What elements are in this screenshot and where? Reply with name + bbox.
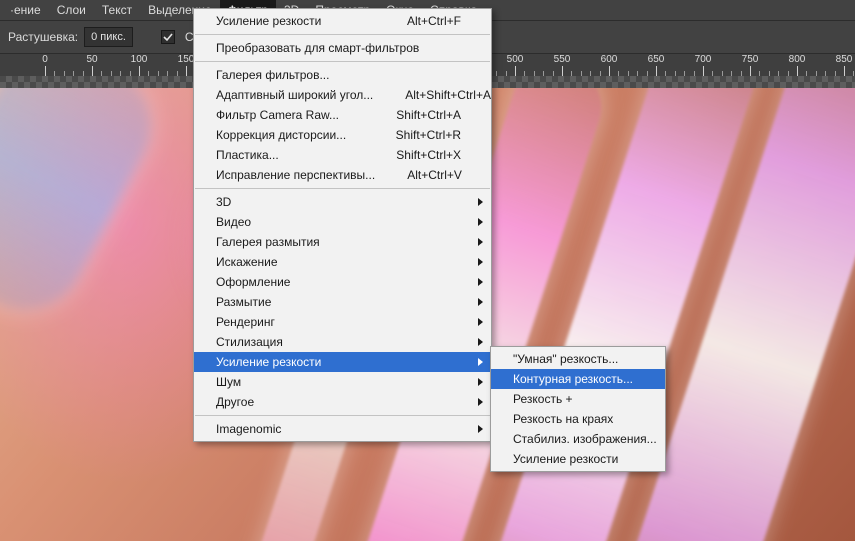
menu-item-label: Шум [216,375,461,389]
sharpen-menu-item[interactable]: Стабилиз. изображения... [491,429,665,449]
menu-item-shortcut: Shift+Ctrl+R [396,128,461,142]
chevron-right-icon [478,338,483,346]
menu-item-label: Другое [216,395,461,409]
menu-item-shortcut: Alt+Ctrl+F [407,14,461,28]
menu-item-label: Коррекция дисторсии... [216,128,364,142]
filter-menu-item[interactable]: Адаптивный широкий угол... Alt+Shift+Ctrl… [194,85,491,105]
menubar-item[interactable]: Текст [94,0,140,20]
filter-menu-item[interactable]: Рендеринг [194,312,491,332]
menu-separator [195,188,490,189]
chevron-right-icon [478,278,483,286]
menu-item-label: "Умная" резкость... [513,352,635,366]
ruler-label: 100 [131,54,148,65]
menu-item-label: Видео [216,215,461,229]
ruler-label: 0 [42,54,48,65]
menu-item-label: Искажение [216,255,461,269]
ruler-label: 750 [742,54,759,65]
ruler-label: 150 [178,54,195,65]
chevron-right-icon [478,425,483,433]
menu-item-label: Резкость + [513,392,635,406]
filter-menu-item[interactable]: Коррекция дисторсии... Shift+Ctrl+R [194,125,491,145]
filter-menu-item[interactable]: Преобразовать для смарт-фильтров [194,38,491,58]
ruler-label: 50 [86,54,97,65]
chevron-right-icon [478,238,483,246]
filter-menu-item[interactable]: Галерея фильтров... [194,65,491,85]
ruler-label: 550 [554,54,571,65]
menu-item-label: Исправление перспективы... [216,168,375,182]
menu-item-label: Пластика... [216,148,364,162]
menu-item-label: Imagenomic [216,422,461,436]
filter-menu: Усиление резкости Alt+Ctrl+F Преобразовать… [193,8,492,442]
menu-item-shortcut: Shift+Ctrl+X [396,148,461,162]
filter-menu-item[interactable]: Фильтр Camera Raw... Shift+Ctrl+A [194,105,491,125]
menu-item-label: Преобразовать для смарт-фильтров [216,41,461,55]
chevron-right-icon [478,218,483,226]
sharpen-submenu: "Умная" резкость... Контурная резкость...… [490,346,666,472]
chevron-right-icon [478,198,483,206]
ruler-label: 650 [648,54,665,65]
sharpen-menu-item[interactable]: Усиление резкости [491,449,665,469]
filter-menu-item[interactable]: Шум [194,372,491,392]
filter-menu-item[interactable]: Видео [194,212,491,232]
menu-separator [195,61,490,62]
menu-item-label: Стилизация [216,335,461,349]
filter-menu-item[interactable]: Imagenomic [194,419,491,439]
filter-menu-item[interactable]: Другое [194,392,491,412]
filter-menu-item[interactable]: Исправление перспективы... Alt+Ctrl+V [194,165,491,185]
ruler-label: 600 [601,54,618,65]
menu-item-label: Оформление [216,275,461,289]
filter-menu-item[interactable]: 3D [194,192,491,212]
menu-item-label: Усиление резкости [216,355,461,369]
filter-menu-item[interactable]: Усиление резкости [194,352,491,372]
menu-item-label: Резкость на краях [513,412,635,426]
chevron-right-icon [478,318,483,326]
menu-item-label: Адаптивный широкий угол... [216,88,373,102]
menu-item-shortcut: Alt+Ctrl+V [407,168,462,182]
filter-menu-item[interactable]: Стилизация [194,332,491,352]
menu-item-shortcut: Alt+Shift+Ctrl+A [405,88,491,102]
chevron-right-icon [478,398,483,406]
sharpen-menu-item[interactable]: Контурная резкость... [491,369,665,389]
filter-menu-item[interactable]: Пластика... Shift+Ctrl+X [194,145,491,165]
antialias-checkbox[interactable] [161,30,175,44]
menu-item-label: Размытие [216,295,461,309]
ruler-label: 700 [695,54,712,65]
ruler-label: 850 [836,54,853,65]
menu-item-label: Рендеринг [216,315,461,329]
filter-menu-item[interactable]: Искажение [194,252,491,272]
menu-item-label: 3D [216,195,461,209]
menubar-item[interactable]: Слои [49,0,94,20]
filter-menu-item[interactable]: Усиление резкости Alt+Ctrl+F [194,11,491,31]
ruler-label: 500 [507,54,524,65]
menu-item-label: Усиление резкости [216,14,375,28]
filter-menu-item[interactable]: Галерея размытия [194,232,491,252]
sharpen-menu-item[interactable]: "Умная" резкость... [491,349,665,369]
sharpen-menu-item[interactable]: Резкость + [491,389,665,409]
menu-item-label: Стабилиз. изображения... [513,432,657,446]
feather-input[interactable]: 0 пикс. [84,27,133,47]
filter-menu-item[interactable]: Оформление [194,272,491,292]
menu-item-label: Контурная резкость... [513,372,635,386]
chevron-right-icon [478,298,483,306]
menu-item-label: Усиление резкости [513,452,635,466]
menu-item-label: Фильтр Camera Raw... [216,108,364,122]
chevron-right-icon [478,378,483,386]
menu-item-label: Галерея фильтров... [216,68,461,82]
menu-item-shortcut: Shift+Ctrl+A [396,108,461,122]
menubar-item[interactable]: ·ение [2,0,49,20]
chevron-right-icon [478,258,483,266]
menu-separator [195,415,490,416]
filter-menu-item[interactable]: Размытие [194,292,491,312]
feather-label: Растушевка: [8,30,78,44]
menu-item-label: Галерея размытия [216,235,461,249]
menu-separator [195,34,490,35]
ruler-label: 800 [789,54,806,65]
sharpen-menu-item[interactable]: Резкость на краях [491,409,665,429]
chevron-right-icon [478,358,483,366]
